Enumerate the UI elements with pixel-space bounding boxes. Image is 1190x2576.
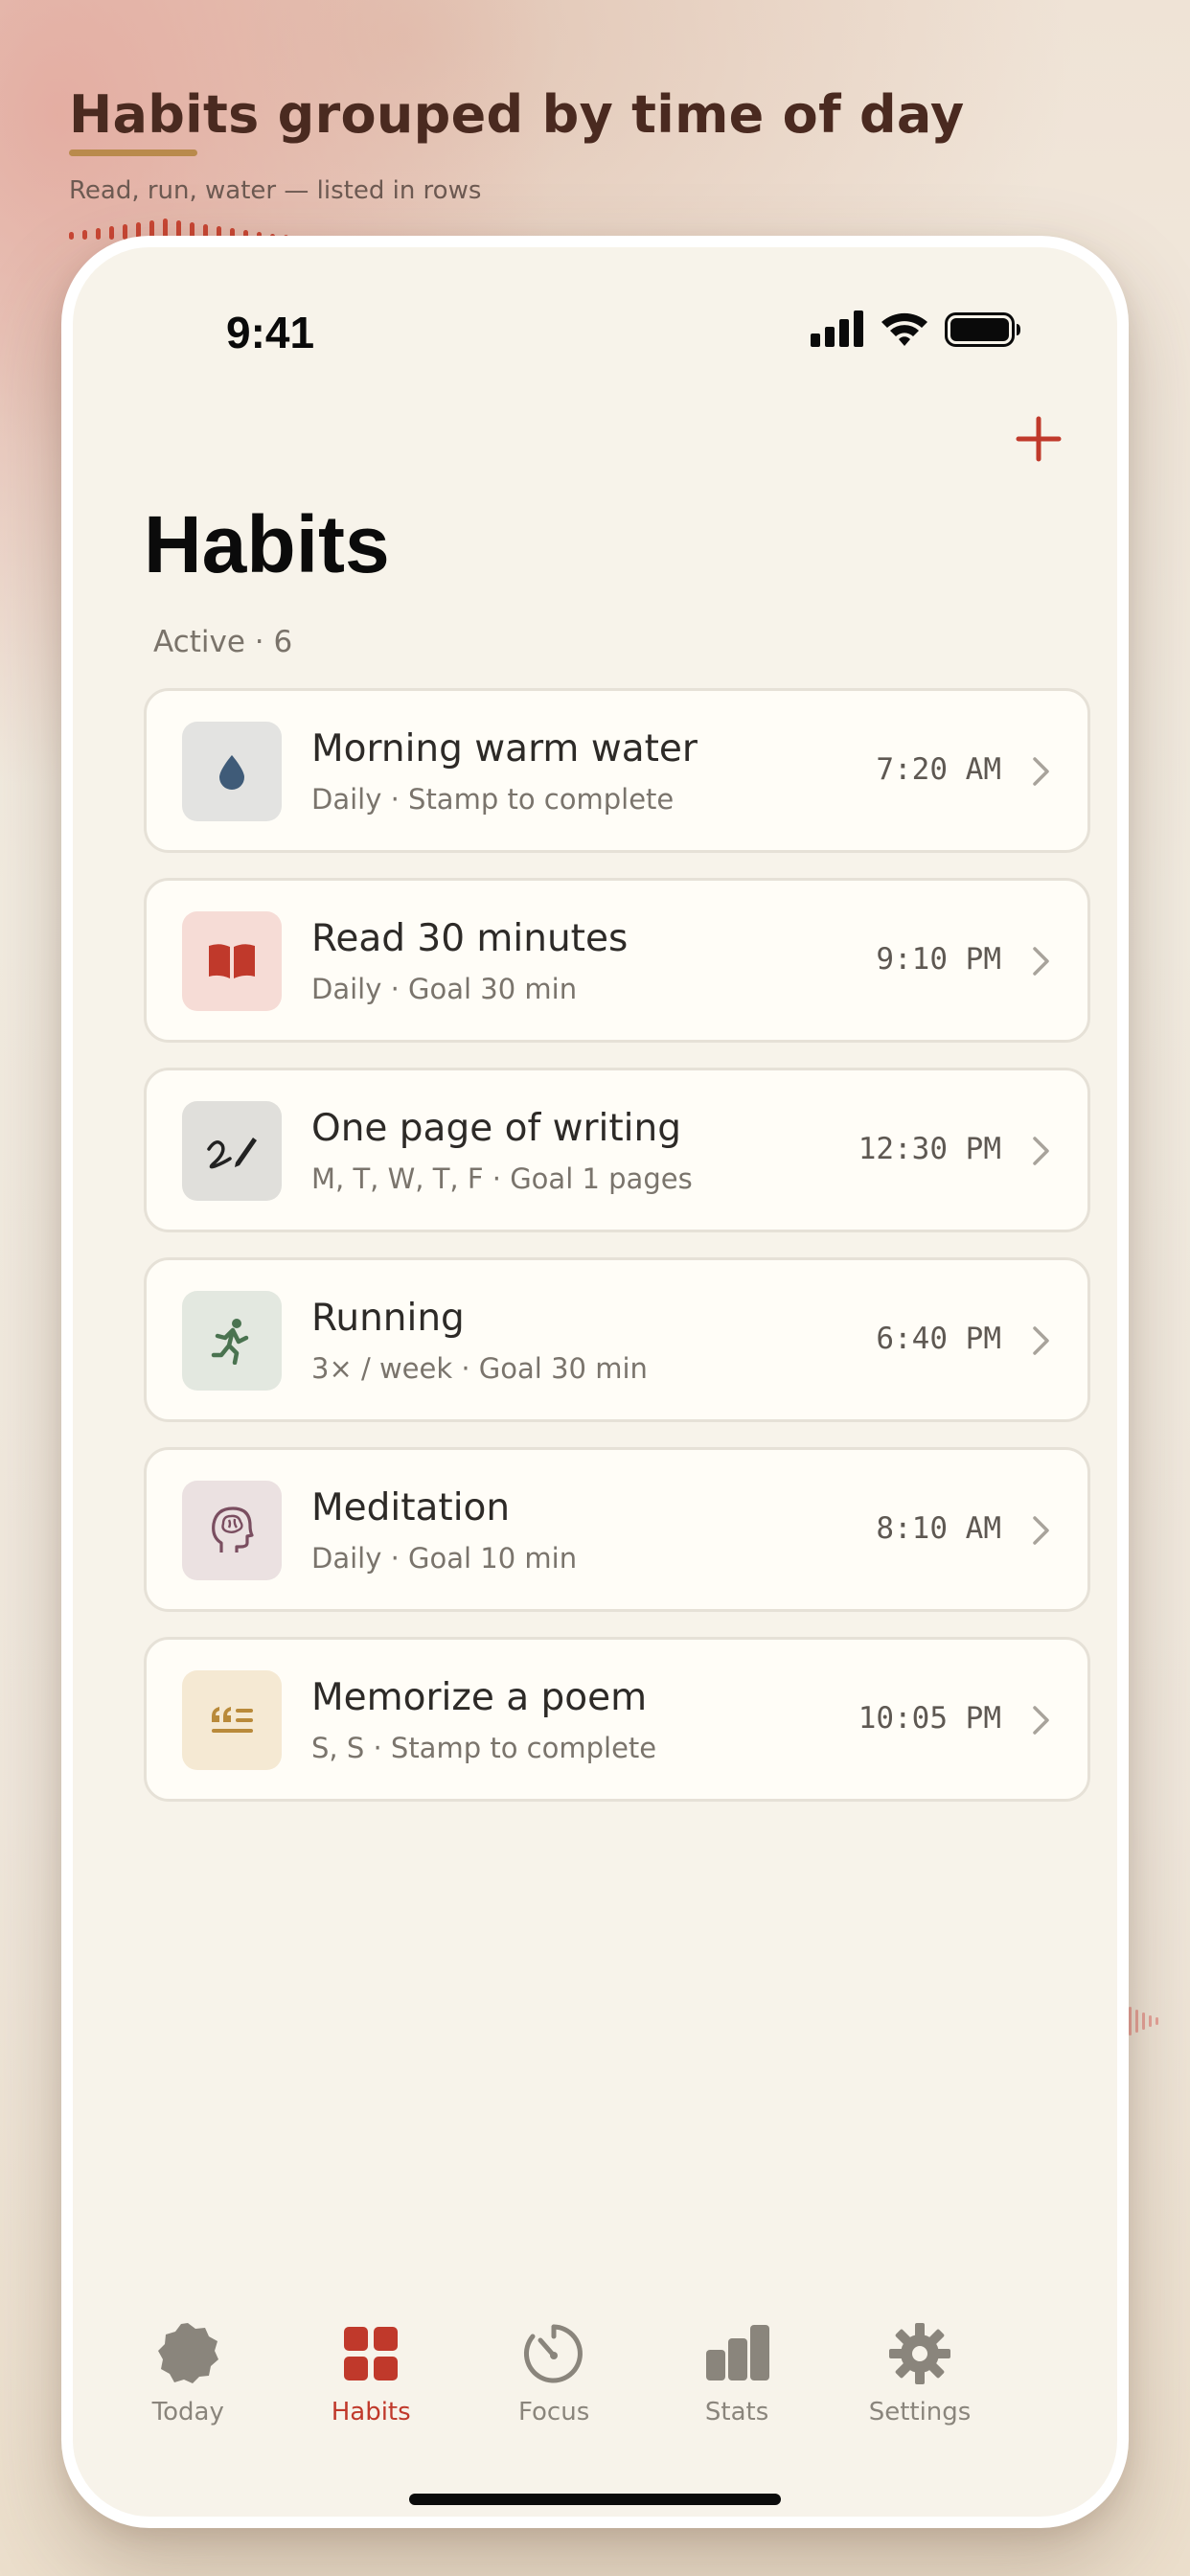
habit-icon-tile <box>182 1481 282 1580</box>
chevron-right-icon <box>1033 947 1049 976</box>
book-icon <box>206 940 258 982</box>
tab-label: Today <box>151 2398 224 2426</box>
habit-icon-tile <box>182 722 282 821</box>
chevron-right-icon <box>1033 757 1049 786</box>
habit-list: Morning warm water Daily · Stamp to comp… <box>144 688 1090 1827</box>
chevron-right-icon <box>1033 1137 1049 1165</box>
habit-schedule: 3× / week · Goal 30 min <box>311 1352 648 1385</box>
tab-label: Stats <box>704 2398 769 2426</box>
status-icons <box>811 310 1021 349</box>
chevron-right-icon <box>1033 1516 1049 1545</box>
habit-schedule: Daily · Goal 10 min <box>311 1542 578 1575</box>
habit-reminder-time: 8:10 AM <box>876 1511 1001 1546</box>
add-habit-button[interactable] <box>1008 408 1069 470</box>
habit-schedule: Daily · Goal 30 min <box>311 973 578 1005</box>
habit-reminder-time: 10:05 PM <box>858 1701 1001 1736</box>
battery-icon <box>945 312 1020 347</box>
habit-schedule: S, S · Stamp to complete <box>311 1732 657 1764</box>
habit-icon-tile <box>182 1291 282 1391</box>
habit-icon-tile <box>182 1101 282 1201</box>
habit-row[interactable]: Meditation Daily · Goal 10 min 8:10 AM <box>144 1447 1090 1612</box>
habit-name: Meditation <box>311 1486 511 1530</box>
tab-label: Settings <box>868 2398 972 2426</box>
promo-underline <box>69 150 197 156</box>
habit-name: Morning warm water <box>311 727 698 770</box>
water-drop-icon <box>211 750 253 793</box>
chevron-right-icon <box>1033 1326 1049 1355</box>
habit-row[interactable]: Read 30 minutes Daily · Goal 30 min 9:10… <box>144 878 1090 1043</box>
habit-name: Memorize a poem <box>311 1676 648 1719</box>
habit-reminder-time: 12:30 PM <box>858 1132 1001 1166</box>
status-time: 9:41 <box>226 308 315 357</box>
tab-stats[interactable]: Stats <box>641 2319 833 2453</box>
quote-icon <box>208 1699 256 1741</box>
habit-row[interactable]: One page of writing M, T, W, T, F · Goal… <box>144 1068 1090 1232</box>
habit-icon-tile <box>182 911 282 1011</box>
habit-reminder-time: 7:20 AM <box>876 752 1001 787</box>
tab-label: Habits <box>331 2398 411 2426</box>
habit-row[interactable]: Memorize a poem S, S · Stamp to complete… <box>144 1637 1090 1802</box>
habit-name: Running <box>311 1297 465 1340</box>
promo-subtitle: Read, run, water — listed in rows <box>69 176 482 205</box>
cellular-signal-icon <box>811 310 863 347</box>
signature-pen-icon <box>203 1128 261 1174</box>
timer-icon <box>519 2319 588 2388</box>
habit-row[interactable]: Morning warm water Daily · Stamp to comp… <box>144 688 1090 853</box>
runner-icon <box>210 1317 254 1365</box>
section-label: Active · 6 <box>153 625 293 659</box>
habit-row[interactable]: Running 3× / week · Goal 30 min 6:40 PM <box>144 1257 1090 1422</box>
plus-icon <box>1016 416 1062 462</box>
habit-reminder-time: 6:40 PM <box>876 1322 1001 1356</box>
gear-icon <box>885 2319 954 2388</box>
tab-today[interactable]: Today <box>92 2319 284 2453</box>
decorative-waveform-right <box>1129 2007 1169 2045</box>
tab-settings[interactable]: Settings <box>824 2319 1016 2453</box>
habit-reminder-time: 9:10 PM <box>876 942 1001 977</box>
habit-schedule: Daily · Stamp to complete <box>311 783 675 816</box>
phone-frame: 9:41 Habits Active · 6 Morning warm wate… <box>61 236 1129 2528</box>
tab-focus[interactable]: Focus <box>458 2319 650 2453</box>
page-title: Habits <box>144 499 390 589</box>
bar-chart-icon <box>702 2319 771 2388</box>
promo-title: Habits grouped by time of day <box>69 84 965 145</box>
badge-icon <box>153 2319 222 2388</box>
chevron-right-icon <box>1033 1706 1049 1735</box>
habit-schedule: M, T, W, T, F · Goal 1 pages <box>311 1162 693 1195</box>
wifi-icon <box>881 312 927 346</box>
app-screen: 9:41 Habits Active · 6 Morning warm wate… <box>73 247 1117 2517</box>
habit-icon-tile <box>182 1670 282 1770</box>
tab-bar: Today Habits Focus Stats Settings <box>73 2319 1117 2463</box>
habit-name: Read 30 minutes <box>311 917 629 960</box>
tab-label: Focus <box>518 2398 590 2426</box>
habit-name: One page of writing <box>311 1107 681 1150</box>
tab-habits[interactable]: Habits <box>275 2319 467 2453</box>
head-brain-icon <box>208 1505 256 1556</box>
home-indicator <box>409 2494 781 2505</box>
grid-icon <box>336 2319 405 2388</box>
